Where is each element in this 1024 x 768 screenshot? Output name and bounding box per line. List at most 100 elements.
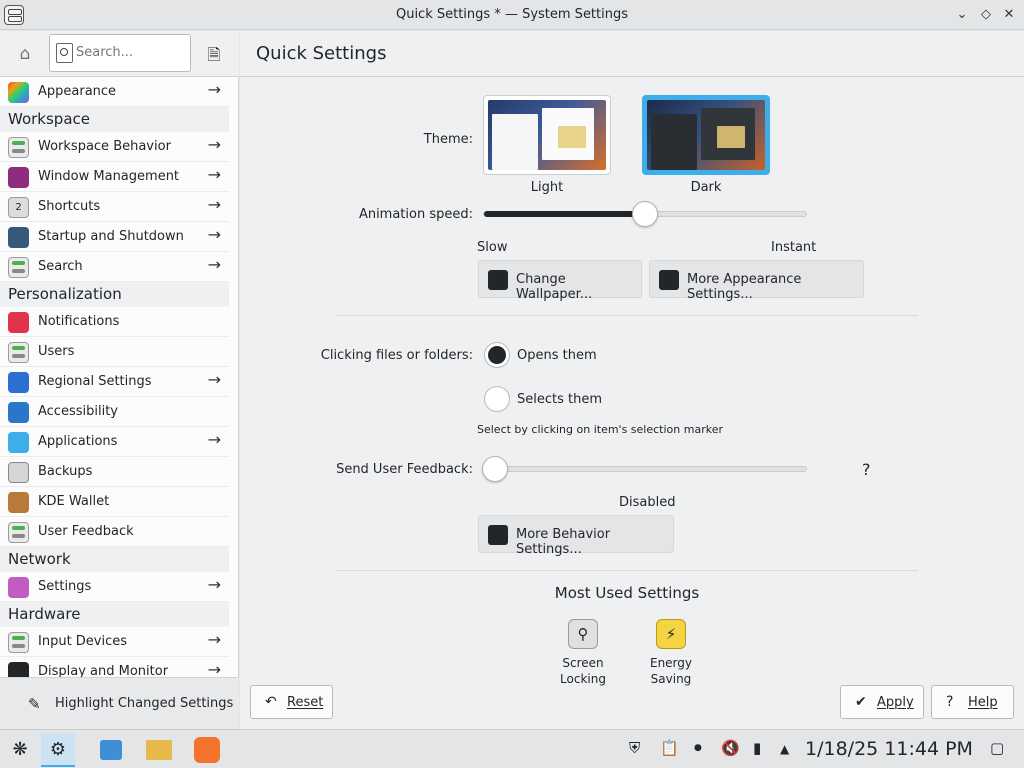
minimize-button[interactable]: ⌄ xyxy=(952,5,972,25)
more-behavior-settings-button[interactable]: More Behavior Settings... xyxy=(478,515,674,557)
wallpaper-icon xyxy=(488,270,508,290)
sidebar-item-label: Shortcuts xyxy=(38,199,101,214)
taskbar-clock[interactable]: 1/18/25 11:44 PM xyxy=(805,738,973,760)
search-icon xyxy=(56,43,73,63)
tray-expand-icon[interactable]: ▲ xyxy=(780,742,789,756)
help-icon: ? xyxy=(946,694,954,710)
volume-muted-icon[interactable]: 🔇 xyxy=(721,739,740,757)
sidebar-item-label: Workspace Behavior xyxy=(38,139,171,154)
application-launcher-button[interactable]: ❋ xyxy=(3,733,37,767)
arrow-right-icon: → xyxy=(207,430,221,449)
feedback-track[interactable] xyxy=(483,466,807,472)
sidebar-item-applications[interactable]: Applications → xyxy=(0,427,229,457)
selects-them-label: Selects them xyxy=(517,392,603,407)
taskbar-system-settings[interactable]: ⚙ xyxy=(41,733,75,767)
sidebar-item-search[interactable]: Search → xyxy=(0,252,229,282)
more-appearance-label: More Appearance Settings... xyxy=(687,272,802,302)
feedback-handle[interactable] xyxy=(482,456,508,482)
search-field[interactable] xyxy=(49,34,191,72)
sidebar-toolbar: ⌂ 🗎 xyxy=(0,31,239,77)
taskbar-discover[interactable] xyxy=(94,733,128,767)
opens-them-radio[interactable] xyxy=(484,342,510,368)
search-input[interactable] xyxy=(76,45,186,60)
sidebar-item-startup-shutdown[interactable]: Startup and Shutdown → xyxy=(0,222,229,252)
change-wallpaper-button[interactable]: Change Wallpaper... xyxy=(478,260,642,302)
sidebar-item-notifications[interactable]: Notifications xyxy=(0,307,229,337)
arrow-right-icon: → xyxy=(207,195,221,214)
selects-them-radio[interactable] xyxy=(484,386,510,412)
arrow-right-icon: → xyxy=(207,370,221,389)
sidebar-item-appearance[interactable]: Appearance → xyxy=(0,77,229,107)
shortcuts-icon: 2 xyxy=(8,197,29,218)
document-search-button[interactable]: 🗎 xyxy=(200,41,228,69)
sidebar-item-accessibility[interactable]: Accessibility xyxy=(0,397,229,427)
launcher-icon: ❋ xyxy=(12,739,28,760)
network-icon xyxy=(8,577,29,598)
sidebar-item-network-settings[interactable]: Settings → xyxy=(0,572,229,602)
home-button[interactable]: ⌂ xyxy=(8,37,42,71)
workspace-behavior-icon xyxy=(8,137,29,158)
arrow-right-icon: → xyxy=(207,80,221,99)
separator xyxy=(336,570,918,571)
reset-button[interactable]: ↶ Reset xyxy=(250,685,333,719)
show-desktop-icon[interactable]: ▢ xyxy=(990,739,1004,757)
taskbar: ❋ ⚙ ⛨ 📋 ● 🔇 ▮ ▲ 1/18/25 11:44 PM ▢ xyxy=(0,729,1024,768)
dark-theme-preview xyxy=(647,100,765,170)
main-content: Quick Settings Theme: Light Dark Animati… xyxy=(240,31,1024,729)
sidebar-item-workspace-behavior[interactable]: Workspace Behavior → xyxy=(0,132,229,162)
sidebar-item-label: Window Management xyxy=(38,169,180,184)
animation-speed-fill xyxy=(484,211,646,217)
maximize-button[interactable]: ◇ xyxy=(976,5,996,25)
apply-button[interactable]: ✔ Apply xyxy=(840,685,924,719)
users-icon xyxy=(8,342,29,363)
arrow-right-icon: → xyxy=(207,225,221,244)
page-header: Quick Settings xyxy=(240,31,1024,77)
browser-icon xyxy=(194,737,220,763)
more-appearance-settings-button[interactable]: More Appearance Settings... xyxy=(649,260,864,302)
appearance-settings-icon xyxy=(659,270,679,290)
sidebar-item-backups[interactable]: Backups xyxy=(0,457,229,487)
taskbar-firefox[interactable] xyxy=(190,733,224,767)
arrow-right-icon: → xyxy=(207,630,221,649)
taskbar-file-manager[interactable] xyxy=(142,733,176,767)
sidebar-item-user-feedback[interactable]: User Feedback xyxy=(0,517,229,547)
clipboard-icon[interactable]: 📋 xyxy=(660,739,679,757)
sidebar-item-label: Display and Monitor xyxy=(38,664,169,677)
sidebar-item-label: User Feedback xyxy=(38,524,134,539)
arrow-right-icon: → xyxy=(207,575,221,594)
sidebar-item-input-devices[interactable]: Input Devices → xyxy=(0,627,229,657)
close-button[interactable]: ✕ xyxy=(999,5,1019,25)
highlight-changed-settings-button[interactable]: ✎ Highlight Changed Settings xyxy=(0,677,239,729)
opens-them-label: Opens them xyxy=(517,348,597,363)
theme-light-label: Light xyxy=(530,180,564,195)
sidebar-item-regional-settings[interactable]: Regional Settings → xyxy=(0,367,229,397)
network-status-icon[interactable]: ● xyxy=(694,743,702,753)
window-management-icon xyxy=(8,167,29,188)
usb-device-icon[interactable]: ▮ xyxy=(753,739,761,757)
sidebar-item-window-management[interactable]: Window Management → xyxy=(0,162,229,192)
feedback-state-label: Disabled xyxy=(619,495,676,510)
input-devices-icon xyxy=(8,632,29,653)
sidebar-item-display-monitor[interactable]: Display and Monitor → xyxy=(0,657,229,677)
sidebar-item-users[interactable]: Users xyxy=(0,337,229,367)
theme-light-card[interactable] xyxy=(483,95,611,175)
separator xyxy=(336,315,918,316)
sidebar-item-label: Regional Settings xyxy=(38,374,152,389)
animation-speed-handle[interactable] xyxy=(632,201,658,227)
theme-dark-card[interactable] xyxy=(642,95,770,175)
pen-icon: ✎ xyxy=(28,695,41,713)
sidebar: ⌂ 🗎 Appearance → Workspace Workspace Beh… xyxy=(0,31,239,729)
feedback-help-icon[interactable]: ? xyxy=(862,460,871,479)
sidebar-item-label: Search xyxy=(38,259,83,274)
help-button[interactable]: ? Help xyxy=(931,685,1014,719)
arrow-right-icon: → xyxy=(207,660,221,677)
sidebar-item-shortcuts[interactable]: 2 Shortcuts → xyxy=(0,192,229,222)
shield-icon[interactable]: ⛨ xyxy=(629,739,640,757)
theme-dark-label: Dark xyxy=(690,180,722,195)
home-icon: ⌂ xyxy=(19,44,31,64)
store-icon xyxy=(100,740,122,760)
animation-instant-label: Instant xyxy=(771,240,817,255)
sidebar-header-personalization: Personalization xyxy=(0,282,229,307)
sidebar-item-kde-wallet[interactable]: KDE Wallet xyxy=(0,487,229,517)
sidebar-item-label: Backups xyxy=(38,464,93,479)
